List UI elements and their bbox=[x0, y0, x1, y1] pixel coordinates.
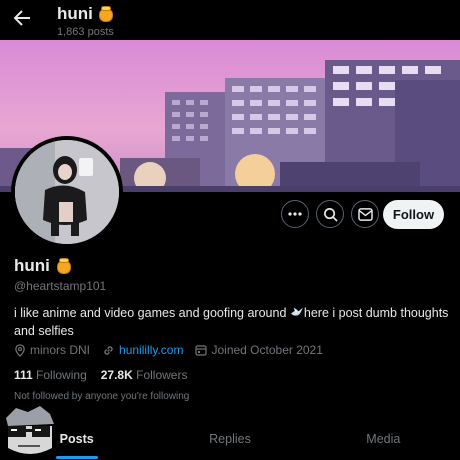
tab-media-label: Media bbox=[366, 432, 401, 446]
profile-bio: i like anime and video games and goofing… bbox=[14, 304, 450, 340]
post-count: 1,863 posts bbox=[57, 26, 114, 38]
tab-replies[interactable]: Replies bbox=[153, 424, 306, 460]
link-icon bbox=[104, 345, 113, 355]
following-link[interactable]: 111 Following bbox=[14, 368, 87, 382]
profile-tabs: Posts Replies Media bbox=[0, 424, 460, 460]
message-icon bbox=[357, 207, 373, 221]
location-text: minors DNI bbox=[30, 343, 91, 357]
message-button[interactable] bbox=[351, 200, 379, 228]
profile-meta: minors DNI hunililly.com Joined October … bbox=[14, 343, 323, 357]
header-name: huni bbox=[57, 4, 93, 23]
tab-posts-label: Posts bbox=[59, 432, 94, 446]
tab-media[interactable]: Media bbox=[307, 424, 460, 460]
joined-item: Joined October 2021 bbox=[195, 343, 323, 357]
glasses-face-sticker bbox=[0, 404, 60, 460]
follow-counts: 111 Following 27.8K Followers bbox=[14, 368, 187, 382]
not-followed-note: Not followed by anyone you're following bbox=[14, 391, 190, 402]
back-arrow-icon[interactable] bbox=[10, 6, 34, 30]
following-count: 111 bbox=[14, 368, 33, 382]
top-bar: huni 1,863 posts bbox=[0, 0, 460, 40]
location-item: minors DNI bbox=[14, 343, 90, 357]
website-item[interactable]: hunililly.com bbox=[102, 343, 183, 357]
tab-replies-label: Replies bbox=[209, 432, 251, 446]
more-icon bbox=[288, 212, 302, 216]
active-tab-indicator bbox=[55, 456, 98, 459]
website-link[interactable]: hunililly.com bbox=[119, 343, 183, 357]
calendar-icon bbox=[195, 345, 208, 356]
profile-name-row: huni bbox=[14, 256, 72, 276]
followers-count: 27.8K bbox=[100, 368, 133, 382]
bio-text-start: i like anime and video games and goofing… bbox=[14, 306, 290, 320]
search-button[interactable] bbox=[316, 200, 344, 228]
profile-name: huni bbox=[14, 256, 50, 275]
header-title: huni bbox=[57, 4, 114, 24]
follow-button[interactable]: Follow bbox=[383, 200, 444, 229]
following-label: Following bbox=[36, 368, 87, 382]
profile-handle: @heartstamp101 bbox=[14, 279, 107, 293]
avatar[interactable] bbox=[11, 136, 123, 248]
location-icon bbox=[15, 343, 25, 357]
more-button[interactable] bbox=[281, 200, 309, 228]
search-icon bbox=[323, 207, 338, 222]
honey-pot-emoji bbox=[98, 6, 114, 22]
joined-text: Joined October 2021 bbox=[211, 343, 323, 357]
followers-label: Followers bbox=[136, 368, 188, 382]
dove-emoji bbox=[290, 307, 303, 316]
followers-link[interactable]: 27.8K Followers bbox=[101, 368, 188, 382]
honey-pot-emoji bbox=[56, 258, 72, 274]
